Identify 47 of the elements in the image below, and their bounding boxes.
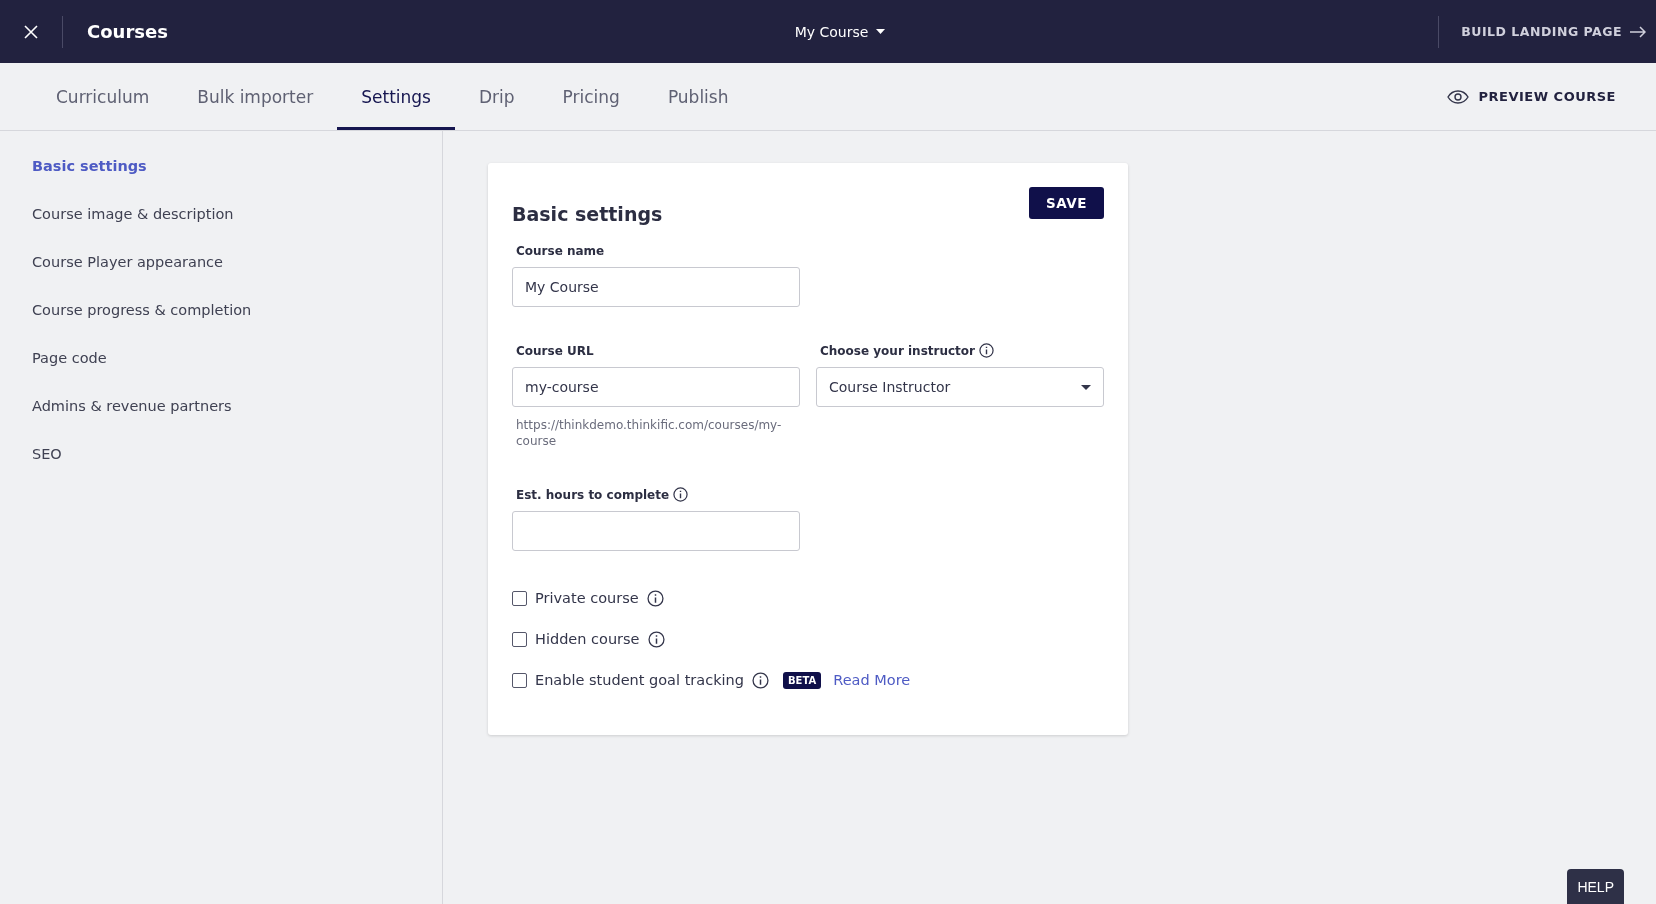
sidebar-item[interactable]: Course progress & completion: [32, 299, 442, 321]
sidebar-item[interactable]: Basic settings: [32, 155, 442, 177]
field-label: Choose your instructor: [820, 343, 975, 359]
sidebar-item[interactable]: Course Player appearance: [32, 251, 442, 273]
url-hint: https://thinkdemo.thinkific.com/courses/my-course: [516, 417, 783, 449]
build-landing-page-link[interactable]: BUILD LANDING PAGE: [1439, 24, 1656, 39]
info-icon[interactable]: [646, 589, 664, 607]
field-label: Est. hours to complete: [516, 487, 670, 503]
beta-badge: BETA: [782, 671, 822, 689]
tab[interactable]: Curriculum: [32, 63, 174, 130]
checkbox-label: Enable student goal tracking: [535, 672, 744, 688]
preview-course-button[interactable]: PREVIEW COURSE: [1440, 63, 1622, 130]
field-label: Course URL: [516, 343, 595, 359]
arrow-icon: [1630, 25, 1646, 38]
instructor-dropdown[interactable]: Course Instructor: [816, 367, 1104, 407]
sidebar-item[interactable]: Course image & description: [32, 203, 442, 225]
save-button[interactable]: SAVE: [1029, 187, 1104, 219]
tab[interactable]: Drip: [454, 63, 539, 130]
checkbox[interactable]: [512, 672, 527, 688]
tab[interactable]: Bulk importer: [173, 63, 338, 130]
info-icon[interactable]: [647, 630, 665, 648]
page-title: Courses: [87, 21, 168, 42]
sidebar-item[interactable]: Admins & revenue partners: [32, 395, 442, 417]
close-icon[interactable]: [24, 24, 38, 39]
info-icon[interactable]: [751, 671, 769, 689]
checkbox-label: Private course: [535, 590, 639, 606]
sidebar-item[interactable]: SEO: [32, 443, 442, 465]
info-icon[interactable]: [979, 343, 994, 358]
eye-icon: [1446, 89, 1469, 104]
checkbox[interactable]: [512, 590, 527, 606]
info-icon[interactable]: [673, 487, 689, 502]
course-menu[interactable]: My Course: [788, 22, 892, 41]
sidebar-item[interactable]: Page code: [32, 347, 442, 369]
field-label: Course name: [516, 243, 606, 259]
tab[interactable]: Pricing: [538, 63, 644, 130]
course-url-field[interactable]: my-course: [512, 367, 800, 407]
course-name-field[interactable]: My Course: [512, 267, 800, 307]
help-button[interactable]: HELP: [1567, 869, 1624, 904]
checkbox[interactable]: [512, 631, 527, 647]
caret-icon: [876, 29, 886, 34]
tab[interactable]: Settings: [337, 63, 455, 130]
read-more-link[interactable]: Read More: [833, 672, 911, 688]
checkbox-label: Hidden course: [535, 631, 640, 647]
caret-icon: [1081, 384, 1091, 390]
hours-field[interactable]: [512, 511, 800, 551]
card-title: Basic settings: [512, 203, 663, 225]
tab[interactable]: Publish: [643, 63, 753, 130]
